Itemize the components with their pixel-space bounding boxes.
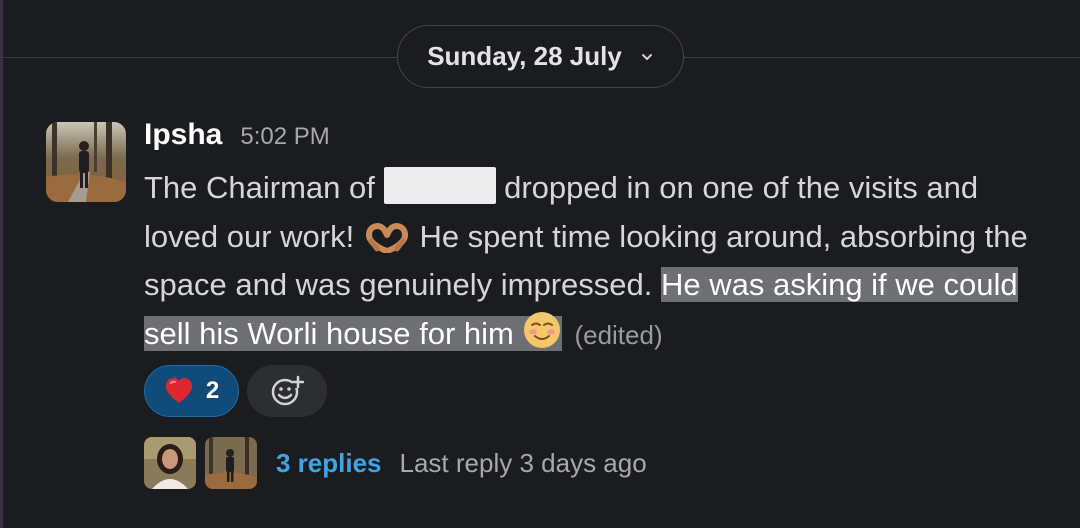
reply-avatar-photo-1 bbox=[144, 437, 196, 489]
smiling-face-emoji-icon bbox=[524, 311, 561, 348]
reaction-count: 2 bbox=[205, 377, 220, 404]
thread-summary[interactable]: 3 replies Last reply 3 days ago bbox=[144, 437, 647, 489]
redacted-box bbox=[383, 167, 496, 204]
date-label: Sunday, 28 July bbox=[427, 41, 622, 71]
message-timestamp[interactable]: 5:02 PM bbox=[240, 123, 329, 151]
replies-link[interactable]: 3 replies bbox=[276, 448, 382, 479]
window-edge bbox=[0, 0, 3, 528]
message-header: Ipsha 5:02 PM bbox=[144, 118, 330, 152]
red-heart-icon bbox=[165, 378, 192, 403]
avatar[interactable] bbox=[46, 122, 126, 202]
avatar-photo bbox=[46, 122, 126, 202]
edited-label: (edited) bbox=[574, 319, 663, 350]
reply-avatar-2 bbox=[205, 437, 257, 489]
last-reply-text: Last reply 3 days ago bbox=[399, 447, 647, 478]
reply-avatar-photo-2 bbox=[205, 437, 257, 489]
add-reaction-button[interactable] bbox=[247, 365, 327, 417]
chevron-down-icon bbox=[641, 53, 652, 60]
message-text-1: The Chairman of bbox=[144, 170, 384, 205]
reaction-heart-button[interactable]: 2 bbox=[144, 365, 239, 417]
reply-avatar-1 bbox=[144, 437, 196, 489]
author-name[interactable]: Ipsha bbox=[144, 118, 222, 152]
add-emoji-icon bbox=[271, 375, 304, 406]
date-divider-button[interactable]: Sunday, 28 July bbox=[397, 25, 684, 88]
heart-hands-emoji-icon bbox=[365, 222, 408, 253]
message-body: The Chairman of dropped in on one of the… bbox=[144, 164, 1044, 359]
